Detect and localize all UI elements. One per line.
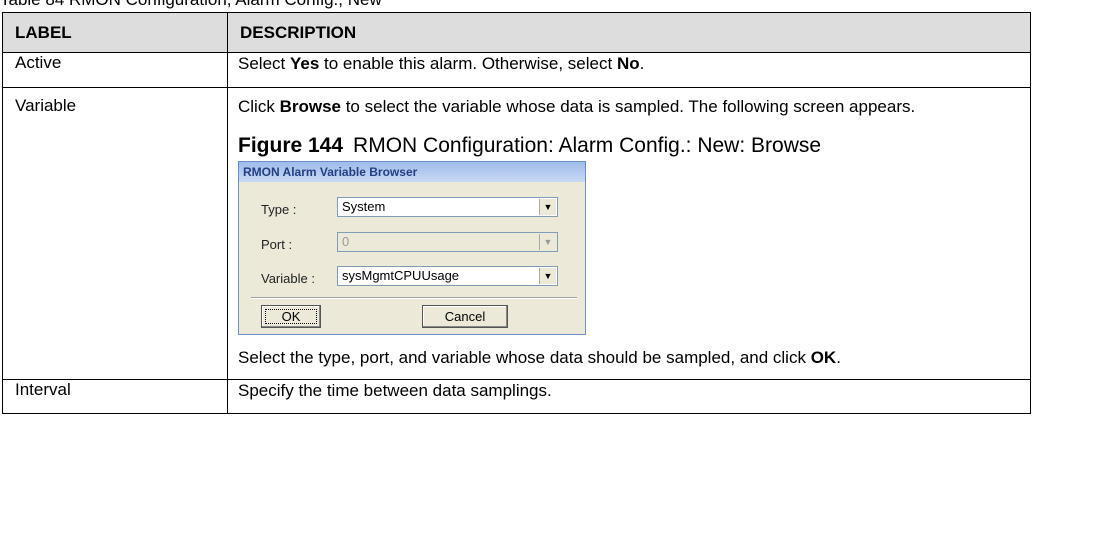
row-desc-interval: Specify the time between data samplings. [227, 379, 1031, 414]
header-description: DESCRIPTION [227, 12, 1031, 53]
chevron-down-icon[interactable]: ▼ [539, 234, 556, 250]
row-desc-variable: Click Browse to select the variable whos… [227, 87, 1031, 380]
chevron-down-icon[interactable]: ▼ [539, 268, 556, 284]
dialog-divider [251, 297, 577, 299]
port-label: Port : [261, 237, 293, 252]
row-label-active: Active [2, 52, 228, 88]
header-label: LABEL [2, 12, 228, 53]
dialog-titlebar: RMON Alarm Variable Browser [239, 162, 585, 182]
chevron-down-icon[interactable]: ▼ [539, 199, 556, 215]
row-label-variable: Variable [2, 87, 228, 380]
table-row: Variable Click Browse to select the vari… [2, 87, 1031, 380]
table-row: Active Select Yes to enable this alarm. … [2, 52, 1031, 88]
variable-select[interactable]: sysMgmtCPUUsage ▼ [337, 266, 558, 286]
type-select[interactable]: System ▼ [337, 197, 558, 217]
row-label-interval: Interval [2, 379, 228, 414]
variable-intro: Click Browse to select the variable whos… [238, 97, 916, 116]
rmon-variable-browser-dialog: RMON Alarm Variable Browser Type : Syste… [238, 161, 586, 335]
cancel-button[interactable]: Cancel [422, 305, 508, 328]
table-header-row: LABEL DESCRIPTION [2, 12, 1031, 53]
variable-label: Variable : [261, 271, 315, 286]
table-caption: Table 84 RMON Configuration, Alarm Confi… [0, 0, 800, 10]
variable-after-text: Select the type, port, and variable whos… [238, 348, 841, 367]
figure-caption: Figure 144 RMON Configuration: Alarm Conf… [238, 134, 822, 157]
ok-button[interactable]: OK [261, 305, 321, 328]
type-label: Type : [261, 202, 297, 217]
table-row: Interval Specify the time between data s… [2, 379, 1031, 414]
description-table: LABEL DESCRIPTION Active Select Yes to e… [2, 12, 1031, 414]
port-select[interactable]: 0 ▼ [337, 232, 558, 252]
row-desc-active: Select Yes to enable this alarm. Otherwi… [227, 52, 1031, 88]
